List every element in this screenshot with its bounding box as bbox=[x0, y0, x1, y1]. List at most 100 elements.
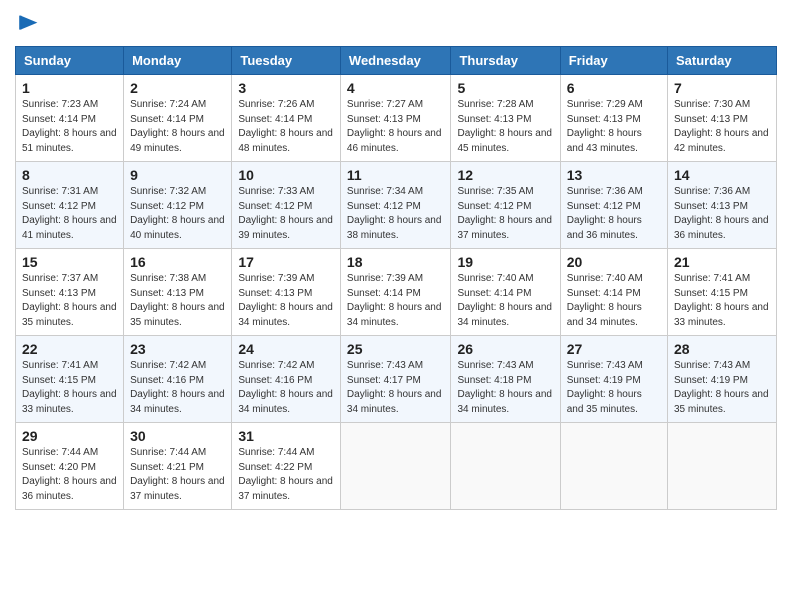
day-number: 7 bbox=[674, 80, 770, 96]
day-info: Sunrise: 7:38 AMSunset: 4:13 PMDaylight:… bbox=[130, 273, 225, 328]
calendar-cell bbox=[340, 423, 451, 510]
day-info: Sunrise: 7:43 AMSunset: 4:19 PMDaylight:… bbox=[567, 360, 643, 415]
calendar-header-row: SundayMondayTuesdayWednesdayThursdayFrid… bbox=[16, 47, 777, 75]
calendar-cell: 16 Sunrise: 7:38 AMSunset: 4:13 PMDaylig… bbox=[124, 249, 232, 336]
calendar-week-2: 8 Sunrise: 7:31 AMSunset: 4:12 PMDayligh… bbox=[16, 162, 777, 249]
day-info: Sunrise: 7:24 AMSunset: 4:14 PMDaylight:… bbox=[130, 99, 225, 154]
col-header-thursday: Thursday bbox=[451, 47, 560, 75]
day-number: 10 bbox=[238, 167, 334, 183]
day-number: 22 bbox=[22, 341, 117, 357]
day-number: 18 bbox=[347, 254, 445, 270]
day-number: 1 bbox=[22, 80, 117, 96]
calendar-cell: 14 Sunrise: 7:36 AMSunset: 4:13 PMDaylig… bbox=[668, 162, 777, 249]
calendar-week-1: 1 Sunrise: 7:23 AMSunset: 4:14 PMDayligh… bbox=[16, 75, 777, 162]
day-number: 27 bbox=[567, 341, 661, 357]
day-number: 30 bbox=[130, 428, 225, 444]
calendar-cell: 9 Sunrise: 7:32 AMSunset: 4:12 PMDayligh… bbox=[124, 162, 232, 249]
calendar-cell: 30 Sunrise: 7:44 AMSunset: 4:21 PMDaylig… bbox=[124, 423, 232, 510]
calendar-week-4: 22 Sunrise: 7:41 AMSunset: 4:15 PMDaylig… bbox=[16, 336, 777, 423]
calendar-cell: 17 Sunrise: 7:39 AMSunset: 4:13 PMDaylig… bbox=[232, 249, 341, 336]
day-info: Sunrise: 7:27 AMSunset: 4:13 PMDaylight:… bbox=[347, 99, 442, 154]
day-info: Sunrise: 7:30 AMSunset: 4:13 PMDaylight:… bbox=[674, 99, 769, 154]
day-number: 11 bbox=[347, 167, 445, 183]
calendar-cell: 15 Sunrise: 7:37 AMSunset: 4:13 PMDaylig… bbox=[16, 249, 124, 336]
calendar-cell: 13 Sunrise: 7:36 AMSunset: 4:12 PMDaylig… bbox=[560, 162, 667, 249]
day-number: 24 bbox=[238, 341, 334, 357]
logo bbox=[15, 10, 47, 38]
day-number: 23 bbox=[130, 341, 225, 357]
day-info: Sunrise: 7:42 AMSunset: 4:16 PMDaylight:… bbox=[130, 360, 225, 415]
calendar-cell: 20 Sunrise: 7:40 AMSunset: 4:14 PMDaylig… bbox=[560, 249, 667, 336]
calendar-week-3: 15 Sunrise: 7:37 AMSunset: 4:13 PMDaylig… bbox=[16, 249, 777, 336]
calendar-cell: 31 Sunrise: 7:44 AMSunset: 4:22 PMDaylig… bbox=[232, 423, 341, 510]
calendar-cell: 6 Sunrise: 7:29 AMSunset: 4:13 PMDayligh… bbox=[560, 75, 667, 162]
calendar-cell: 2 Sunrise: 7:24 AMSunset: 4:14 PMDayligh… bbox=[124, 75, 232, 162]
day-info: Sunrise: 7:36 AMSunset: 4:12 PMDaylight:… bbox=[567, 186, 643, 241]
day-number: 8 bbox=[22, 167, 117, 183]
day-number: 25 bbox=[347, 341, 445, 357]
header bbox=[15, 10, 777, 38]
calendar-cell: 7 Sunrise: 7:30 AMSunset: 4:13 PMDayligh… bbox=[668, 75, 777, 162]
day-info: Sunrise: 7:41 AMSunset: 4:15 PMDaylight:… bbox=[674, 273, 769, 328]
calendar-cell: 28 Sunrise: 7:43 AMSunset: 4:19 PMDaylig… bbox=[668, 336, 777, 423]
day-info: Sunrise: 7:23 AMSunset: 4:14 PMDaylight:… bbox=[22, 99, 117, 154]
col-header-saturday: Saturday bbox=[668, 47, 777, 75]
day-number: 3 bbox=[238, 80, 334, 96]
day-number: 21 bbox=[674, 254, 770, 270]
calendar-cell: 12 Sunrise: 7:35 AMSunset: 4:12 PMDaylig… bbox=[451, 162, 560, 249]
day-info: Sunrise: 7:43 AMSunset: 4:18 PMDaylight:… bbox=[457, 360, 552, 415]
calendar-cell: 27 Sunrise: 7:43 AMSunset: 4:19 PMDaylig… bbox=[560, 336, 667, 423]
day-info: Sunrise: 7:29 AMSunset: 4:13 PMDaylight:… bbox=[567, 99, 643, 154]
col-header-friday: Friday bbox=[560, 47, 667, 75]
calendar-cell: 10 Sunrise: 7:33 AMSunset: 4:12 PMDaylig… bbox=[232, 162, 341, 249]
day-info: Sunrise: 7:26 AMSunset: 4:14 PMDaylight:… bbox=[238, 99, 333, 154]
day-number: 6 bbox=[567, 80, 661, 96]
day-number: 9 bbox=[130, 167, 225, 183]
col-header-monday: Monday bbox=[124, 47, 232, 75]
col-header-wednesday: Wednesday bbox=[340, 47, 451, 75]
day-number: 15 bbox=[22, 254, 117, 270]
day-info: Sunrise: 7:42 AMSunset: 4:16 PMDaylight:… bbox=[238, 360, 333, 415]
day-info: Sunrise: 7:44 AMSunset: 4:21 PMDaylight:… bbox=[130, 447, 225, 502]
calendar-cell bbox=[451, 423, 560, 510]
day-number: 17 bbox=[238, 254, 334, 270]
day-number: 5 bbox=[457, 80, 553, 96]
day-info: Sunrise: 7:43 AMSunset: 4:17 PMDaylight:… bbox=[347, 360, 442, 415]
calendar-table: SundayMondayTuesdayWednesdayThursdayFrid… bbox=[15, 46, 777, 510]
day-number: 20 bbox=[567, 254, 661, 270]
day-number: 4 bbox=[347, 80, 445, 96]
calendar-cell: 29 Sunrise: 7:44 AMSunset: 4:20 PMDaylig… bbox=[16, 423, 124, 510]
day-number: 26 bbox=[457, 341, 553, 357]
col-header-sunday: Sunday bbox=[16, 47, 124, 75]
day-number: 29 bbox=[22, 428, 117, 444]
day-number: 28 bbox=[674, 341, 770, 357]
calendar-cell: 5 Sunrise: 7:28 AMSunset: 4:13 PMDayligh… bbox=[451, 75, 560, 162]
calendar-cell: 1 Sunrise: 7:23 AMSunset: 4:14 PMDayligh… bbox=[16, 75, 124, 162]
day-number: 12 bbox=[457, 167, 553, 183]
day-info: Sunrise: 7:40 AMSunset: 4:14 PMDaylight:… bbox=[567, 273, 643, 328]
day-info: Sunrise: 7:39 AMSunset: 4:14 PMDaylight:… bbox=[347, 273, 442, 328]
day-info: Sunrise: 7:33 AMSunset: 4:12 PMDaylight:… bbox=[238, 186, 333, 241]
day-info: Sunrise: 7:37 AMSunset: 4:13 PMDaylight:… bbox=[22, 273, 117, 328]
calendar-cell: 4 Sunrise: 7:27 AMSunset: 4:13 PMDayligh… bbox=[340, 75, 451, 162]
day-info: Sunrise: 7:44 AMSunset: 4:22 PMDaylight:… bbox=[238, 447, 333, 502]
calendar-cell: 25 Sunrise: 7:43 AMSunset: 4:17 PMDaylig… bbox=[340, 336, 451, 423]
day-info: Sunrise: 7:39 AMSunset: 4:13 PMDaylight:… bbox=[238, 273, 333, 328]
day-info: Sunrise: 7:32 AMSunset: 4:12 PMDaylight:… bbox=[130, 186, 225, 241]
calendar-cell: 18 Sunrise: 7:39 AMSunset: 4:14 PMDaylig… bbox=[340, 249, 451, 336]
day-info: Sunrise: 7:43 AMSunset: 4:19 PMDaylight:… bbox=[674, 360, 769, 415]
day-info: Sunrise: 7:31 AMSunset: 4:12 PMDaylight:… bbox=[22, 186, 117, 241]
calendar-cell: 19 Sunrise: 7:40 AMSunset: 4:14 PMDaylig… bbox=[451, 249, 560, 336]
calendar-cell: 3 Sunrise: 7:26 AMSunset: 4:14 PMDayligh… bbox=[232, 75, 341, 162]
calendar-cell: 22 Sunrise: 7:41 AMSunset: 4:15 PMDaylig… bbox=[16, 336, 124, 423]
day-number: 19 bbox=[457, 254, 553, 270]
page: SundayMondayTuesdayWednesdayThursdayFrid… bbox=[0, 0, 792, 612]
day-info: Sunrise: 7:44 AMSunset: 4:20 PMDaylight:… bbox=[22, 447, 117, 502]
day-info: Sunrise: 7:28 AMSunset: 4:13 PMDaylight:… bbox=[457, 99, 552, 154]
calendar-cell bbox=[560, 423, 667, 510]
col-header-tuesday: Tuesday bbox=[232, 47, 341, 75]
calendar-week-5: 29 Sunrise: 7:44 AMSunset: 4:20 PMDaylig… bbox=[16, 423, 777, 510]
day-info: Sunrise: 7:40 AMSunset: 4:14 PMDaylight:… bbox=[457, 273, 552, 328]
calendar-cell: 21 Sunrise: 7:41 AMSunset: 4:15 PMDaylig… bbox=[668, 249, 777, 336]
calendar-cell: 8 Sunrise: 7:31 AMSunset: 4:12 PMDayligh… bbox=[16, 162, 124, 249]
